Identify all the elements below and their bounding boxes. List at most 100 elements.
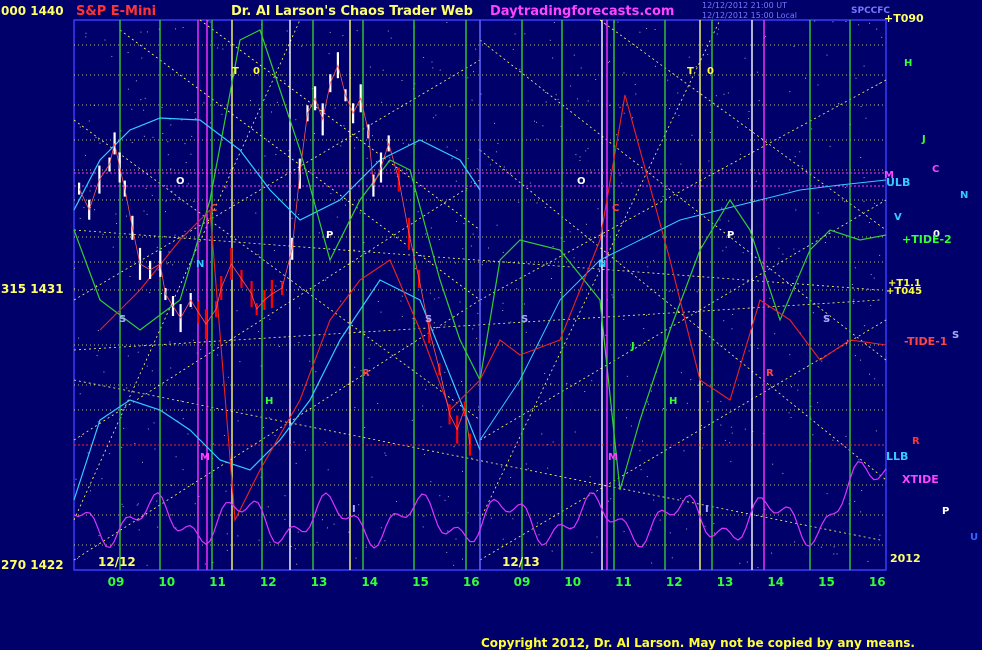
- noise-dot: [187, 433, 189, 435]
- noise-dot: [651, 562, 653, 564]
- noise-dot: [371, 476, 373, 478]
- noise-dot: [444, 324, 446, 326]
- noise-dot: [634, 84, 636, 85]
- time-tick-label: 15: [412, 575, 429, 589]
- time-tick-label: 13: [717, 575, 734, 589]
- noise-dot: [632, 117, 633, 119]
- noise-dot: [678, 115, 680, 116]
- noise-dot: [639, 31, 641, 33]
- noise-dot: [812, 312, 814, 314]
- noise-dot: [422, 405, 424, 407]
- symbol-label: S&P E-Mini: [76, 4, 157, 19]
- noise-dot: [683, 450, 685, 452]
- site-link[interactable]: Daytradingforecasts.com: [490, 4, 674, 19]
- date-label-day2: 12/13: [502, 555, 540, 569]
- noise-dot: [610, 498, 612, 500]
- planet-marker-label: J: [630, 341, 635, 352]
- noise-dot: [709, 132, 711, 133]
- noise-dot: [549, 262, 551, 264]
- noise-dot: [127, 355, 129, 357]
- noise-dot: [552, 441, 554, 443]
- noise-dot: [384, 452, 386, 454]
- noise-dot: [833, 546, 835, 548]
- noise-dot: [694, 213, 695, 214]
- noise-dot: [590, 171, 592, 173]
- noise-dot: [566, 383, 568, 385]
- noise-dot: [354, 147, 356, 149]
- noise-dot: [401, 80, 403, 81]
- planet-marker-label: N: [196, 259, 204, 270]
- noise-dot: [333, 523, 335, 525]
- noise-dot: [836, 553, 838, 555]
- time-tick-label: 15: [818, 575, 835, 589]
- noise-dot: [170, 168, 172, 170]
- noise-dot: [297, 531, 299, 533]
- noise-dot: [838, 103, 840, 104]
- noise-dot: [700, 185, 702, 187]
- noise-dot: [334, 107, 336, 109]
- noise-dot: [237, 420, 239, 422]
- noise-dot: [771, 552, 772, 554]
- noise-dot: [635, 93, 637, 95]
- noise-dot: [165, 211, 166, 213]
- noise-dot: [820, 546, 822, 548]
- noise-dot: [162, 133, 164, 134]
- noise-dot: [715, 409, 717, 411]
- noise-dot: [380, 527, 382, 529]
- noise-dot: [832, 21, 834, 23]
- time-tick-label: 11: [615, 575, 632, 589]
- noise-dot: [605, 24, 607, 26]
- noise-dot: [707, 401, 709, 403]
- noise-dot: [603, 235, 605, 237]
- time-tick-label: 13: [311, 575, 328, 589]
- noise-dot: [98, 350, 99, 352]
- noise-dot: [248, 236, 250, 238]
- noise-dot: [713, 523, 715, 525]
- top-right-line-label: +T090: [884, 12, 924, 25]
- planet-marker-label: O: [577, 176, 586, 187]
- noise-dot: [275, 285, 277, 287]
- noise-dot: [168, 251, 170, 253]
- noise-dot: [329, 31, 331, 33]
- noise-dot: [730, 461, 732, 463]
- ulb-label: ULB: [886, 176, 911, 189]
- noise-dot: [477, 312, 479, 314]
- noise-dot: [502, 302, 504, 304]
- noise-dot: [95, 136, 97, 138]
- noise-dot: [461, 380, 463, 382]
- noise-dot: [446, 551, 448, 553]
- noise-dot: [269, 318, 271, 320]
- noise-dot: [551, 550, 553, 552]
- noise-dot: [512, 518, 514, 520]
- noise-dot: [290, 546, 292, 547]
- noise-dot: [731, 328, 733, 330]
- noise-dot: [97, 330, 99, 332]
- planet-marker-label: P: [727, 230, 734, 241]
- noise-dot: [609, 60, 610, 62]
- noise-dot: [672, 290, 673, 292]
- noise-dot: [865, 117, 867, 119]
- noise-dot: [677, 92, 679, 94]
- noise-dot: [680, 163, 682, 165]
- noise-dot: [191, 135, 193, 137]
- noise-dot: [655, 65, 656, 67]
- noise-dot: [430, 227, 432, 229]
- noise-dot: [462, 558, 463, 560]
- noise-dot: [271, 111, 272, 113]
- noise-dot: [295, 462, 297, 464]
- noise-dot: [700, 425, 702, 426]
- noise-dot: [494, 122, 496, 124]
- noise-dot: [648, 403, 650, 405]
- noise-dot: [146, 365, 148, 367]
- noise-dot: [646, 314, 647, 316]
- noise-dot: [353, 249, 355, 251]
- noise-dot: [503, 166, 505, 168]
- noise-dot: [115, 213, 117, 215]
- noise-dot: [646, 28, 648, 29]
- noise-dot: [227, 376, 229, 378]
- noise-dot: [239, 361, 241, 363]
- noise-dot: [878, 83, 880, 85]
- noise-dot: [869, 22, 870, 24]
- noise-dot: [147, 428, 149, 430]
- noise-dot: [790, 417, 792, 418]
